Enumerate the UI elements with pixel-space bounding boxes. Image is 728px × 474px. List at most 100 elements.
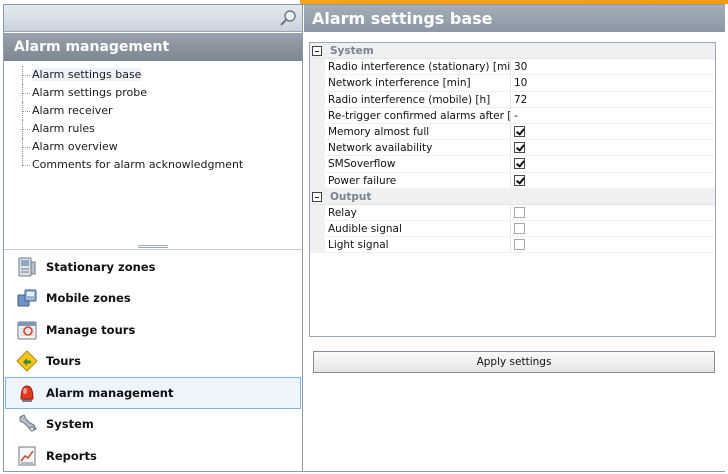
nav-item-tours[interactable]: Tours <box>5 346 301 378</box>
nav-item-stationary-zones[interactable]: Stationary zones <box>5 251 301 283</box>
property-name: Radio interference (mobile) [h] <box>325 91 511 107</box>
tree-item-alarm-rules[interactable]: Alarm rules <box>4 120 302 138</box>
row-gutter <box>310 140 325 156</box>
light-signal-checkbox[interactable] <box>514 239 525 251</box>
network-availability-checkbox[interactable] <box>514 142 525 154</box>
row-gutter <box>310 91 325 107</box>
property-name: Audible signal <box>325 221 511 237</box>
nav-item-label: Stationary zones <box>46 259 156 274</box>
stationary-zones-icon <box>18 257 36 277</box>
property-name: Radio interference (stationary) [min <box>325 59 511 75</box>
row-gutter <box>310 156 325 172</box>
property-value[interactable]: 30 <box>511 59 715 74</box>
section-title: Alarm management <box>4 33 302 61</box>
nav-item-mobile-zones[interactable]: Mobile zones <box>5 283 301 315</box>
system-icon <box>19 414 37 432</box>
nav-item-alarm-management[interactable]: Alarm management <box>5 377 301 409</box>
nav-item-reports[interactable]: Reports <box>5 440 301 472</box>
module-navigation: Stationary zones Mobile zones Manage tou… <box>4 251 302 471</box>
property-value[interactable]: 10 <box>511 75 715 90</box>
settings-pane: Alarm settings base System Radio interfe… <box>304 5 725 471</box>
sms-overflow-checkbox[interactable] <box>514 158 525 170</box>
property-value-cell <box>511 221 715 236</box>
category-label: System <box>330 45 374 57</box>
property-name: Relay <box>325 204 511 221</box>
reports-icon <box>18 446 36 466</box>
nav-item-label: Manage tours <box>46 322 136 337</box>
tree-item-comments-acknowledgment[interactable]: Comments for alarm acknowledgment <box>4 156 302 174</box>
manage-tours-icon <box>17 321 37 340</box>
nav-item-label: Alarm management <box>46 385 174 400</box>
property-name: Light signal <box>325 237 511 253</box>
tree-item-alarm-overview[interactable]: Alarm overview <box>4 138 302 156</box>
property-grid: System Radio interference (stationary) [… <box>309 42 716 337</box>
property-value-cell <box>511 156 715 171</box>
nav-item-label: Reports <box>46 448 97 463</box>
row-gutter <box>310 107 325 123</box>
property-row[interactable]: Network interference [min] 10 <box>310 75 715 92</box>
memory-almost-full-checkbox[interactable] <box>514 125 525 137</box>
property-row[interactable]: Memory almost full <box>310 123 715 141</box>
audible-signal-checkbox[interactable] <box>514 223 525 235</box>
property-name: Network availability <box>325 140 511 156</box>
tours-icon <box>16 350 38 372</box>
row-gutter <box>310 237 325 253</box>
nav-item-label: Tours <box>46 354 81 369</box>
left-pane-toolbar <box>4 5 302 32</box>
nav-item-manage-tours[interactable]: Manage tours <box>5 314 301 346</box>
property-value[interactable]: 72 <box>511 92 715 107</box>
tree-item-alarm-settings-probe[interactable]: Alarm settings probe <box>4 84 302 102</box>
tree-item-label: Alarm receiver <box>32 104 113 117</box>
property-row[interactable]: Radio interference (mobile) [h] 72 <box>310 91 715 108</box>
property-row[interactable]: Relay <box>310 204 715 222</box>
category-label: Output <box>330 190 372 203</box>
property-value-cell <box>511 205 715 220</box>
splitter-grip-icon <box>138 245 168 248</box>
property-value-cell <box>511 140 715 155</box>
property-name: Power failure <box>325 172 511 188</box>
apply-settings-button[interactable]: Apply settings <box>313 351 715 373</box>
tree-item-label: Alarm settings probe <box>32 86 147 99</box>
relay-checkbox[interactable] <box>514 206 525 218</box>
main-window: Alarm management Alarm settings base Ala… <box>3 4 725 472</box>
pane-splitter[interactable] <box>4 242 302 250</box>
tree-item-label: Alarm overview <box>32 140 118 153</box>
property-value[interactable]: - <box>511 108 715 123</box>
property-row[interactable]: Light signal <box>310 237 715 254</box>
property-name: Network interference [min] <box>325 75 511 91</box>
alarm-icon <box>20 385 34 402</box>
left-navigation-pane: Alarm management Alarm settings base Ala… <box>4 5 303 471</box>
property-row[interactable]: Re-trigger confirmed alarms after [r - <box>310 107 715 124</box>
page-title: Alarm settings base <box>304 5 725 32</box>
row-gutter <box>310 123 325 140</box>
section-tree: Alarm settings base Alarm settings probe… <box>4 62 302 242</box>
nav-item-label: System <box>46 417 94 432</box>
row-gutter <box>310 204 325 221</box>
mobile-zones-icon <box>17 289 37 307</box>
power-failure-checkbox[interactable] <box>514 174 525 186</box>
property-row[interactable]: SMSoverflow <box>310 156 715 173</box>
collapse-icon[interactable] <box>312 46 322 56</box>
nav-item-label: Mobile zones <box>46 291 131 306</box>
tree-item-label: Alarm settings base <box>32 68 142 81</box>
category-system[interactable]: System <box>310 43 715 60</box>
tree-item-label: Alarm rules <box>32 122 95 135</box>
tree-item-alarm-settings-base[interactable]: Alarm settings base <box>4 66 302 84</box>
property-value-cell <box>511 173 715 188</box>
property-name: SMSoverflow <box>325 156 511 172</box>
property-row[interactable]: Power failure <box>310 172 715 189</box>
row-gutter <box>310 221 325 237</box>
row-gutter <box>310 75 325 91</box>
property-name: Memory almost full <box>325 123 511 140</box>
search-icon[interactable] <box>278 8 298 28</box>
category-output[interactable]: Output <box>310 188 715 205</box>
property-row[interactable]: Radio interference (stationary) [min 30 <box>310 59 715 76</box>
property-row[interactable]: Audible signal <box>310 221 715 238</box>
tree-item-label: Comments for alarm acknowledgment <box>32 158 244 171</box>
tree-item-alarm-receiver[interactable]: Alarm receiver <box>4 102 302 120</box>
collapse-icon[interactable] <box>312 191 322 202</box>
property-value-cell <box>511 237 715 252</box>
property-row[interactable]: Network availability <box>310 140 715 157</box>
property-value-cell <box>511 124 715 139</box>
nav-item-system[interactable]: System <box>5 409 301 441</box>
